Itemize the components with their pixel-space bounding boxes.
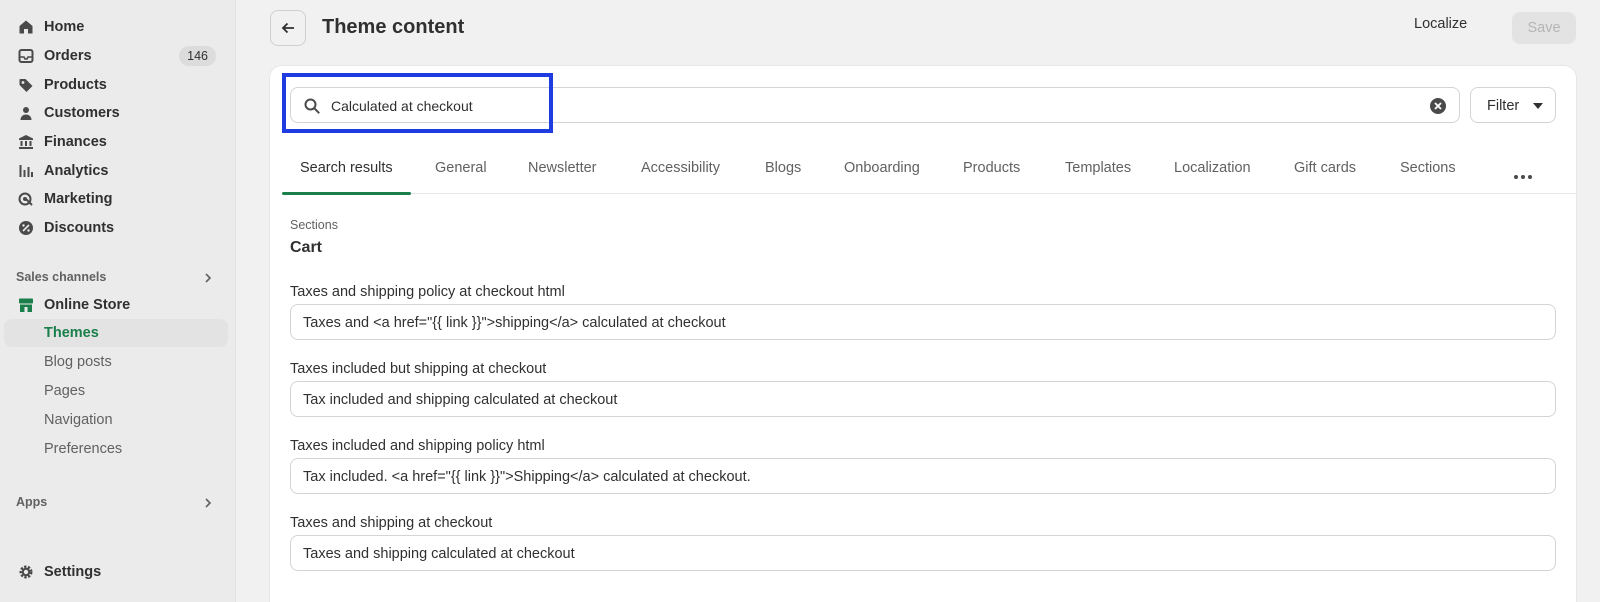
section-title: Cart: [290, 239, 323, 256]
tab-products[interactable]: Products: [963, 142, 1020, 194]
field-label: Taxes and shipping at checkout: [290, 515, 493, 531]
target-icon: [18, 191, 34, 207]
sidebar-item-home[interactable]: Home: [4, 13, 228, 41]
text-field-value: Taxes and <a href="{{ link }}">shipping<…: [303, 315, 726, 331]
apps-label: Apps: [16, 495, 48, 509]
discount-icon: [18, 220, 34, 236]
tab-blogs[interactable]: Blogs: [765, 142, 801, 194]
sidebar-item-blog-posts[interactable]: Blog posts: [4, 348, 228, 376]
sidebar-item-online-store[interactable]: Online Store: [4, 291, 228, 319]
sidebar-item-label: Discounts: [44, 220, 115, 236]
sidebar-item-pages[interactable]: Pages: [4, 377, 228, 405]
sidebar-item-orders[interactable]: Orders 146: [4, 42, 228, 70]
sidebar-item-label: Home: [44, 19, 85, 35]
localize-button[interactable]: Localize: [1414, 16, 1467, 32]
tab-onboarding[interactable]: Onboarding: [844, 142, 920, 194]
text-field[interactable]: Tax included and shipping calculated at …: [290, 381, 1556, 417]
sidebar-item-label: Themes: [44, 325, 99, 341]
section-kicker: Sections: [290, 218, 338, 232]
store-icon: [18, 297, 34, 313]
back-button[interactable]: [270, 10, 306, 46]
sidebar-item-label: Marketing: [44, 191, 113, 207]
arrow-left-icon: [281, 22, 294, 34]
person-icon: [18, 105, 34, 121]
text-field[interactable]: Taxes and <a href="{{ link }}">shipping<…: [290, 304, 1556, 340]
text-field-value: Taxes and shipping calculated at checkou…: [303, 546, 575, 562]
tab-accessibility[interactable]: Accessibility: [641, 142, 720, 194]
tab-gift-cards[interactable]: Gift cards: [1294, 142, 1356, 194]
theme-content-card: Calculated at checkout Filter Search res…: [270, 66, 1576, 602]
field-label: Taxes included and shipping policy html: [290, 438, 545, 454]
sidebar-item-label: Orders: [44, 48, 92, 64]
field-label: Taxes included but shipping at checkout: [290, 361, 547, 377]
text-field[interactable]: Tax included. <a href="{{ link }}">Shipp…: [290, 458, 1556, 494]
text-field[interactable]: Taxes and shipping calculated at checkou…: [290, 535, 1556, 571]
more-horizontal-icon[interactable]: [1514, 166, 1532, 179]
tab-bar: Search results General Newsletter Access…: [282, 142, 1576, 195]
tab-search-results[interactable]: Search results: [282, 142, 411, 195]
bar-chart-icon: [18, 163, 34, 179]
home-icon: [18, 19, 34, 35]
search-highlight-box: [282, 73, 553, 133]
sidebar: Home Orders 146 Products Customers Finan…: [0, 0, 236, 602]
orders-icon: [18, 48, 34, 64]
caret-down-icon: [1533, 103, 1543, 109]
sidebar-item-navigation[interactable]: Navigation: [4, 406, 228, 434]
sidebar-item-products[interactable]: Products: [4, 71, 228, 99]
tag-icon: [18, 77, 34, 93]
bank-icon: [18, 134, 34, 150]
sidebar-item-label: Customers: [44, 105, 120, 121]
save-button[interactable]: Save: [1512, 12, 1576, 44]
sidebar-item-finances[interactable]: Finances: [4, 128, 228, 156]
sidebar-item-preferences[interactable]: Preferences: [4, 435, 228, 463]
sidebar-item-analytics[interactable]: Analytics: [4, 157, 228, 185]
orders-count-badge: 146: [179, 46, 216, 66]
sidebar-item-discounts[interactable]: Discounts: [4, 214, 228, 242]
sidebar-item-settings[interactable]: Settings: [4, 558, 228, 586]
text-field-value: Tax included. <a href="{{ link }}">Shipp…: [303, 469, 751, 485]
tab-localization[interactable]: Localization: [1174, 142, 1251, 194]
sidebar-item-label: Preferences: [44, 441, 123, 457]
tab-sections[interactable]: Sections: [1400, 142, 1456, 194]
filter-label: Filter: [1487, 98, 1520, 114]
sidebar-item-label: Pages: [44, 383, 86, 399]
tab-newsletter[interactable]: Newsletter: [528, 142, 597, 194]
sidebar-item-label: Navigation: [44, 412, 113, 428]
chevron-right-icon[interactable]: [202, 271, 214, 283]
sidebar-item-label: Products: [44, 77, 107, 93]
sales-channels-label: Sales channels: [16, 270, 107, 284]
sidebar-item-label: Finances: [44, 134, 107, 150]
text-field-value: Tax included and shipping calculated at …: [303, 392, 618, 408]
tab-general[interactable]: General: [435, 142, 487, 194]
clear-icon[interactable]: [1429, 97, 1447, 115]
chevron-right-icon[interactable]: [202, 496, 214, 508]
field-label: Taxes and shipping policy at checkout ht…: [290, 284, 565, 300]
sidebar-item-marketing[interactable]: Marketing: [4, 185, 228, 213]
sidebar-item-customers[interactable]: Customers: [4, 99, 228, 127]
sidebar-item-label: Settings: [44, 564, 102, 580]
sidebar-item-themes[interactable]: Themes: [4, 319, 228, 347]
sidebar-item-label: Online Store: [44, 297, 131, 313]
page-title: Theme content: [322, 16, 465, 38]
gear-icon: [18, 564, 34, 580]
tab-templates[interactable]: Templates: [1065, 142, 1131, 194]
sidebar-item-label: Blog posts: [44, 354, 112, 370]
filter-button[interactable]: Filter: [1470, 87, 1556, 123]
sidebar-item-label: Analytics: [44, 163, 109, 179]
